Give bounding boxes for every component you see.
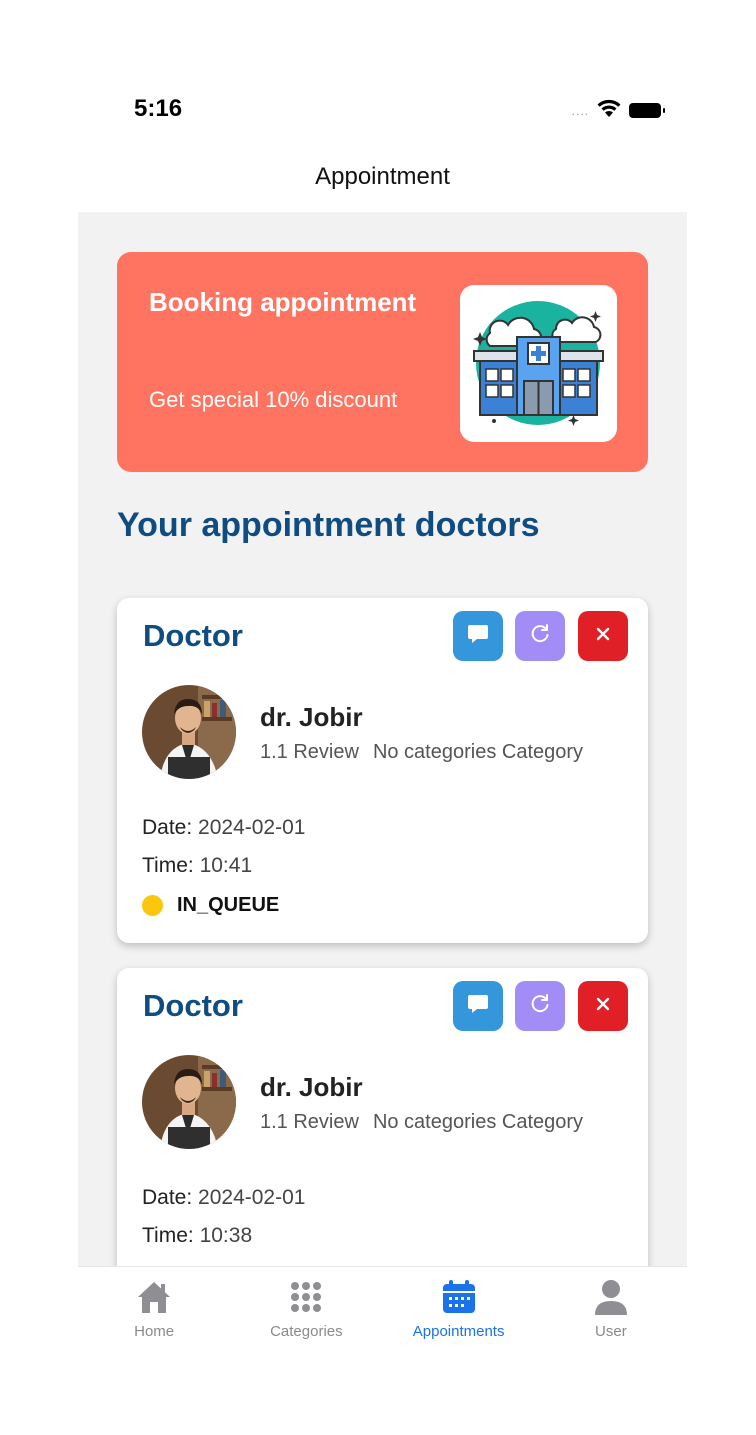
card-title: Doctor <box>143 988 243 1023</box>
close-icon <box>596 997 610 1016</box>
doctor-name: dr. Jobir <box>260 702 363 732</box>
refresh-button[interactable] <box>515 611 565 661</box>
page-title: Appointment <box>315 163 450 190</box>
status-icons: .... <box>571 98 665 123</box>
tab-label: User <box>595 1323 627 1340</box>
doctor-category: No categories Category <box>372 1111 584 1133</box>
grid-dots-icon <box>290 1277 322 1317</box>
booking-banner[interactable]: Booking appointment Get special 10% disc… <box>117 252 648 472</box>
banner-title: Booking appointment <box>149 287 417 317</box>
date-value: 2024-02-01 <box>198 816 306 839</box>
appointment-card[interactable]: Doctor dr. Jobir 1.1 Review No categorie… <box>117 968 648 1266</box>
main-content[interactable]: Booking appointment Get special 10% disc… <box>78 212 687 1266</box>
tab-appointments[interactable]: Appointments <box>383 1267 535 1346</box>
refresh-icon <box>529 623 551 650</box>
signal-icon: .... <box>571 103 589 118</box>
doctor-name: dr. Jobir <box>260 1072 363 1102</box>
time-row: Time: 10:41 <box>142 854 252 878</box>
time-value: 10:41 <box>199 854 253 877</box>
doctor-meta: 1.1 Review No categories Category <box>260 741 583 764</box>
battery-icon <box>629 103 665 118</box>
appointment-card[interactable]: Doctor dr. Jobir 1.1 Review No categorie… <box>117 598 648 943</box>
section-title: Your appointment doctors <box>117 506 540 544</box>
doctor-rating: 1.1 Review <box>260 1111 359 1133</box>
refresh-button[interactable] <box>515 981 565 1031</box>
bottom-tab-bar: Home Categories Appointments User <box>78 1266 687 1346</box>
status-text: IN_QUEUE <box>177 894 280 916</box>
time-label: Time: <box>142 854 194 877</box>
chat-button[interactable] <box>453 981 503 1031</box>
tab-user[interactable]: User <box>535 1267 687 1346</box>
chat-icon <box>467 994 489 1019</box>
status-dot-icon <box>142 895 163 916</box>
time-row: Time: 10:38 <box>142 1224 252 1248</box>
date-value: 2024-02-01 <box>198 1186 306 1209</box>
doctor-avatar <box>142 1055 236 1149</box>
tab-categories[interactable]: Categories <box>230 1267 382 1346</box>
close-icon <box>596 627 610 646</box>
time-value: 10:38 <box>199 1224 253 1247</box>
cancel-button[interactable] <box>578 611 628 661</box>
tab-home[interactable]: Home <box>78 1267 230 1346</box>
hospital-illustration <box>460 285 617 442</box>
status-time: 5:16 <box>134 95 183 122</box>
doctor-category: No categories Category <box>372 741 584 763</box>
date-row: Date: 2024-02-01 <box>142 816 305 840</box>
date-row: Date: 2024-02-01 <box>142 1186 305 1210</box>
home-icon <box>136 1277 172 1317</box>
time-label: Time: <box>142 1224 194 1247</box>
banner-subtitle: Get special 10% discount <box>149 387 398 412</box>
tab-label: Appointments <box>412 1323 505 1340</box>
tab-label: Home <box>134 1323 175 1340</box>
wifi-icon <box>596 98 622 123</box>
date-label: Date: <box>142 816 193 839</box>
tab-label: Categories <box>270 1323 343 1340</box>
chat-button[interactable] <box>453 611 503 661</box>
doctor-avatar <box>142 685 236 779</box>
chat-icon <box>467 624 489 649</box>
card-title: Doctor <box>143 618 243 653</box>
doctor-rating: 1.1 Review <box>260 741 359 763</box>
user-icon <box>594 1277 628 1317</box>
refresh-icon <box>529 993 551 1020</box>
status-bar: 5:16 .... <box>78 88 687 132</box>
doctor-meta: 1.1 Review No categories Category <box>260 1111 583 1134</box>
cancel-button[interactable] <box>578 981 628 1031</box>
status-badge: IN_QUEUE <box>142 894 279 917</box>
date-label: Date: <box>142 1186 193 1209</box>
calendar-icon <box>442 1277 476 1317</box>
